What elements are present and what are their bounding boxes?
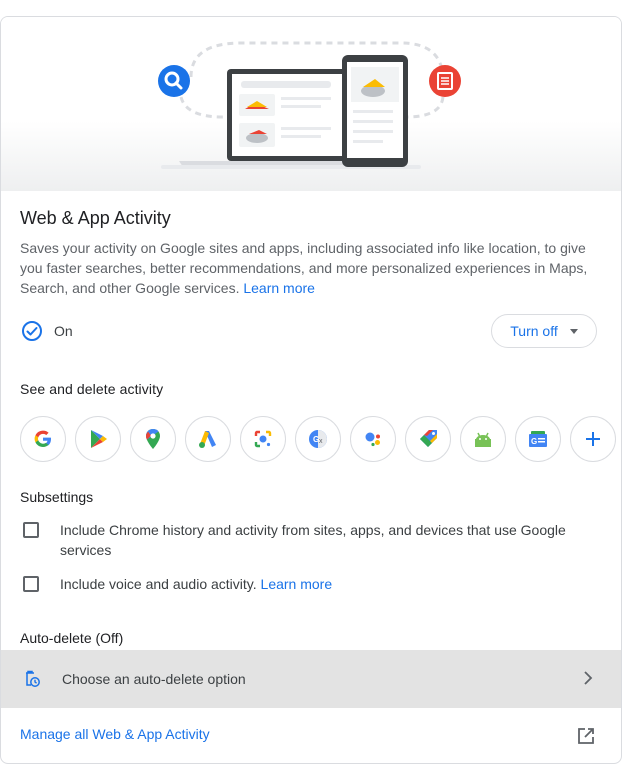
app-translate-button[interactable]: G x <box>295 416 341 462</box>
lens-icon <box>254 430 272 448</box>
app-google-button[interactable] <box>20 416 66 462</box>
app-icons-row: G x G <box>20 416 616 462</box>
caret-down-icon <box>569 328 578 334</box>
subsettings-heading: Subsettings <box>20 489 94 505</box>
android-icon <box>475 432 491 447</box>
app-assistant-button[interactable] <box>350 416 396 462</box>
app-ads-button[interactable] <box>185 416 231 462</box>
activity-card: Web & App Activity Saves your activity o… <box>0 16 622 764</box>
shopping-icon <box>420 430 437 447</box>
voice-audio-label: Include voice and audio activity. Learn … <box>60 574 590 594</box>
auto-delete-heading: Auto-delete (Off) <box>20 630 124 646</box>
play-icon <box>91 430 107 448</box>
hero-illustration <box>1 17 621 191</box>
learn-more-link[interactable]: Learn more <box>243 280 315 296</box>
voice-audio-text: Include voice and audio activity. <box>60 576 257 592</box>
app-android-button[interactable] <box>460 416 506 462</box>
status-indicator: On <box>21 320 73 342</box>
app-shopping-button[interactable] <box>405 416 451 462</box>
plus-icon <box>586 432 600 446</box>
translate-icon: G x <box>309 430 327 448</box>
turn-off-button[interactable]: Turn off <box>491 314 597 348</box>
status-label: On <box>54 323 73 339</box>
open-in-new-icon[interactable] <box>576 726 596 746</box>
chrome-history-checkbox[interactable] <box>23 522 39 538</box>
app-news-button[interactable]: G <box>515 416 561 462</box>
news-icon: G <box>529 431 547 447</box>
voice-audio-checkbox[interactable] <box>23 576 39 592</box>
voice-audio-setting: Include voice and audio activity. Learn … <box>23 574 590 594</box>
manage-activity-link[interactable]: Manage all Web & App Activity <box>20 726 210 742</box>
chrome-history-label: Include Chrome history and activity from… <box>60 522 566 558</box>
document-bubble-icon <box>429 65 461 97</box>
voice-learn-more-link[interactable]: Learn more <box>261 576 333 592</box>
app-play-button[interactable] <box>75 416 121 462</box>
maps-icon <box>146 429 160 449</box>
auto-delete-option-row[interactable]: Choose an auto-delete option <box>1 650 621 708</box>
app-more-button[interactable] <box>570 416 616 462</box>
svg-text:G: G <box>531 437 537 446</box>
app-lens-button[interactable] <box>240 416 286 462</box>
ads-icon <box>199 431 216 448</box>
auto-delete-icon <box>26 670 40 687</box>
search-bubble-icon <box>158 65 190 97</box>
check-circle-icon <box>22 321 42 341</box>
assistant-icon <box>365 432 380 447</box>
turn-off-label: Turn off <box>510 323 558 339</box>
google-icon <box>34 430 51 447</box>
chevron-right-icon <box>584 671 593 685</box>
page-title: Web & App Activity <box>20 208 171 228</box>
devices-illustration <box>158 41 461 169</box>
chrome-history-setting: Include Chrome history and activity from… <box>23 520 590 560</box>
app-maps-button[interactable] <box>130 416 176 462</box>
see-delete-heading: See and delete activity <box>20 381 164 397</box>
svg-text:x: x <box>319 438 323 445</box>
description: Saves your activity on Google sites and … <box>20 238 600 298</box>
auto-delete-option-label: Choose an auto-delete option <box>62 671 246 687</box>
